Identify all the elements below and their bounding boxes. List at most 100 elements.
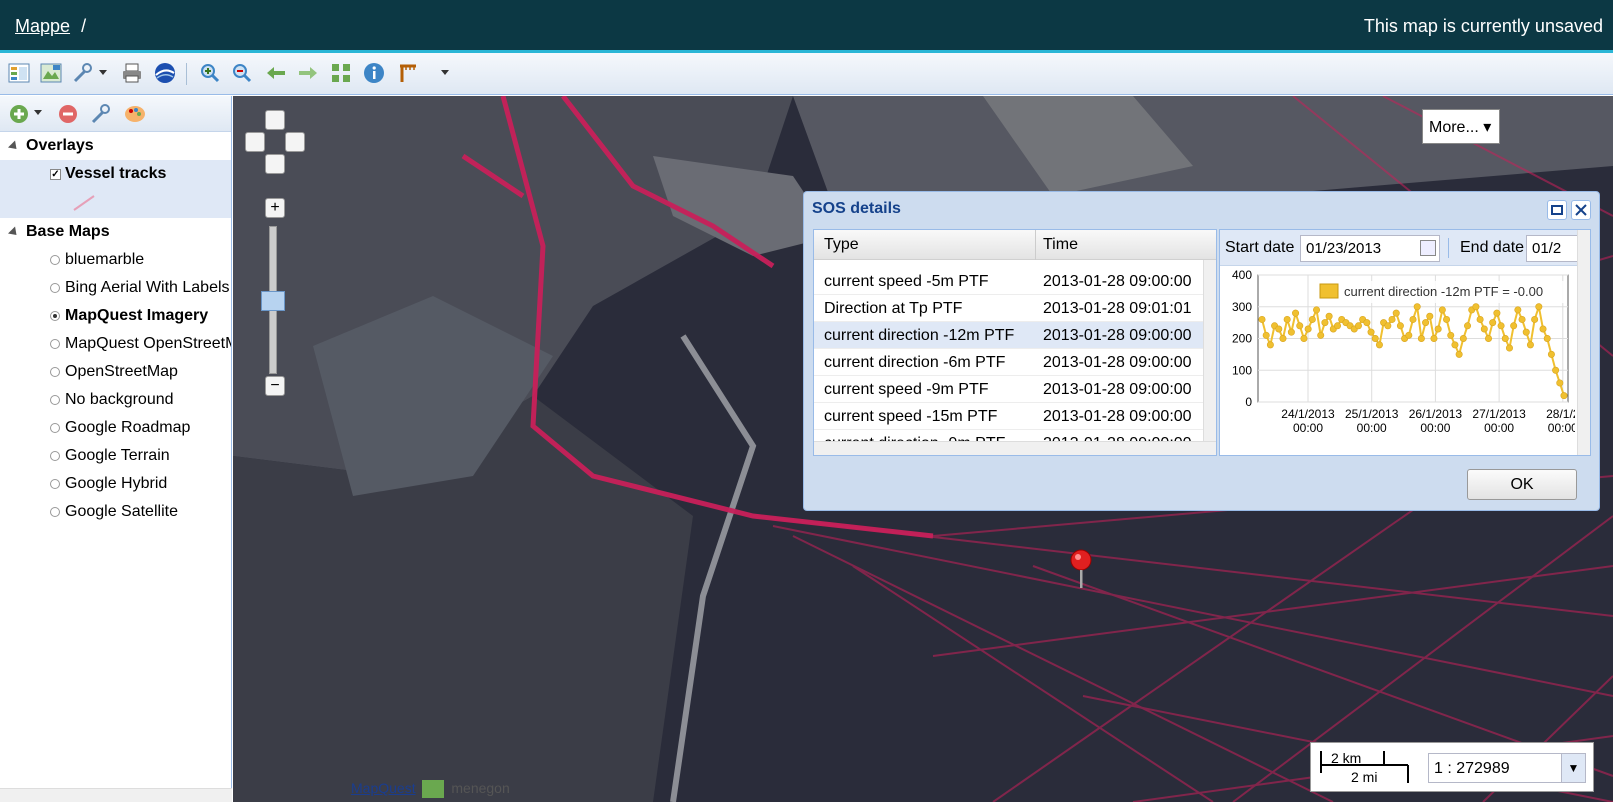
vessel-tracks-checkbox[interactable]: ✓ [50, 169, 61, 180]
close-icon[interactable] [1571, 200, 1591, 220]
data-point [1426, 312, 1434, 320]
overlays-node[interactable]: Overlays [0, 132, 231, 160]
remove-layer-icon[interactable] [56, 102, 80, 126]
measure-dropdown-icon[interactable] [441, 70, 449, 75]
pan-down-icon[interactable] [265, 154, 285, 174]
basemap-item-google-terrain[interactable]: Google Terrain [0, 442, 231, 470]
forward-icon[interactable] [296, 61, 320, 85]
basemap-item-bing-aerial[interactable]: Bing Aerial With Labels [0, 274, 231, 302]
zoom-in-icon[interactable] [198, 61, 222, 85]
radio-button[interactable] [50, 311, 60, 321]
ok-button[interactable]: OK [1467, 469, 1577, 500]
basemap-item-google-hybrid[interactable]: Google Hybrid [0, 470, 231, 498]
data-point [1283, 315, 1291, 323]
basemap-label: OpenStreetMap [65, 363, 178, 380]
grid-vertical-scrollbar[interactable] [1203, 260, 1216, 441]
date-range-bar: Start date 01/23/2013 End date 01/2 [1220, 230, 1590, 266]
chart-vertical-scrollbar[interactable] [1577, 230, 1590, 455]
table-row[interactable]: current speed -15m PTF 2013-01-28 09:00:0… [814, 403, 1216, 430]
data-point [1552, 366, 1560, 374]
data-point [1409, 315, 1417, 323]
pan-up-icon[interactable] [265, 110, 285, 130]
radio-button[interactable] [50, 255, 60, 265]
radio-button[interactable] [50, 451, 60, 461]
layer-tree-icon[interactable] [7, 61, 31, 85]
x-tick-sublabel: 00:00 [1548, 421, 1575, 435]
table-row[interactable]: Direction at Tp PTF 2013-01-28 09:01:01 [814, 295, 1216, 322]
google-earth-icon[interactable] [153, 61, 177, 85]
scale-select[interactable]: 1 : 272989 ▼ [1428, 753, 1586, 783]
basemap-item-mapquest-imagery[interactable]: MapQuest Imagery [0, 302, 231, 330]
table-row-selected[interactable]: current direction -12m PTF 2013-01-28 09:… [814, 322, 1216, 349]
map-properties-icon[interactable] [39, 61, 63, 85]
zoom-out-button[interactable]: − [265, 376, 285, 396]
add-layer-icon[interactable] [7, 102, 31, 126]
end-date-label: End date [1460, 239, 1525, 256]
radio-button[interactable] [50, 367, 60, 377]
zoom-out-icon[interactable] [230, 61, 254, 85]
basemap-item-google-roadmap[interactable]: Google Roadmap [0, 414, 231, 442]
zoom-slider-thumb[interactable] [261, 291, 285, 311]
collapse-icon[interactable] [7, 140, 21, 153]
data-point [1388, 315, 1396, 323]
tools-dropdown-icon[interactable] [99, 70, 107, 75]
radio-button[interactable] [50, 339, 60, 349]
overlay-item-vessel-tracks[interactable]: ✓ Vessel tracks [0, 160, 231, 218]
column-header-time[interactable]: Time [1043, 236, 1078, 254]
layer-properties-icon[interactable] [89, 102, 113, 126]
collapse-icon[interactable] [7, 226, 21, 239]
radio-button[interactable] [50, 507, 60, 517]
tools-icon[interactable] [71, 61, 95, 85]
radio-button[interactable] [50, 479, 60, 489]
basemap-label: No background [65, 391, 174, 408]
data-point [1484, 335, 1492, 343]
basemap-item-mapquest-osm[interactable]: MapQuest OpenStreetMap [0, 330, 231, 358]
basemap-label: Google Roadmap [65, 419, 191, 436]
base-maps-node[interactable]: Base Maps [0, 218, 231, 246]
pan-right-icon[interactable] [285, 132, 305, 152]
calendar-icon[interactable] [1420, 240, 1436, 256]
basemap-item-no-background[interactable]: No background [0, 386, 231, 414]
radio-button[interactable] [50, 395, 60, 405]
data-point [1434, 325, 1442, 333]
basemap-item-openstreetmap[interactable]: OpenStreetMap [0, 358, 231, 386]
grid-horizontal-scrollbar[interactable] [814, 441, 1216, 455]
row-time: 2013-01-28 09:00:00 [1043, 273, 1192, 290]
column-header-type[interactable]: Type [824, 236, 859, 254]
maximize-icon[interactable] [1547, 200, 1567, 220]
panel-horizontal-scrollbar[interactable] [0, 788, 232, 802]
data-point [1266, 341, 1274, 349]
data-point [1438, 306, 1446, 314]
start-date-label: Start date [1225, 239, 1295, 256]
scale-mi-label: 2 mi [1351, 769, 1378, 785]
basemap-item-google-satellite[interactable]: Google Satellite [0, 498, 231, 526]
pan-left-icon[interactable] [245, 132, 265, 152]
info-icon[interactable] [362, 61, 386, 85]
data-point [1354, 322, 1362, 330]
data-point [1417, 335, 1425, 343]
table-row[interactable]: current speed -9m PTF 2013-01-28 09:00:00 [814, 376, 1216, 403]
chevron-down-icon[interactable]: ▼ [1561, 754, 1585, 782]
add-layer-dropdown-icon[interactable] [34, 110, 42, 115]
zoom-extent-icon[interactable] [329, 61, 353, 85]
data-point [1526, 341, 1534, 349]
table-row[interactable]: current speed -5m PTF 2013-01-28 09:00:00 [814, 268, 1216, 295]
basemap-item-bluemarble[interactable]: bluemarble [0, 246, 231, 274]
radio-button[interactable] [50, 283, 60, 293]
layer-style-icon[interactable] [123, 102, 147, 126]
scale-km-label: 2 km [1331, 750, 1362, 766]
print-icon[interactable] [120, 61, 144, 85]
more-button[interactable]: More... ▾ [1422, 109, 1500, 144]
table-row[interactable]: current direction -6m PTF 2013-01-28 09:0… [814, 349, 1216, 376]
back-icon[interactable] [264, 61, 288, 85]
ok-button-label: OK [1510, 476, 1534, 493]
breadcrumb-maps-link[interactable]: Mappe [15, 16, 70, 36]
start-date-field[interactable]: 01/23/2013 [1300, 235, 1440, 262]
radio-button[interactable] [50, 423, 60, 433]
layer-tree-toolbar [0, 96, 231, 132]
data-point [1556, 379, 1564, 387]
measure-icon[interactable] [396, 61, 420, 85]
attribution-mapquest[interactable]: MapQuest [351, 780, 416, 796]
map-marker-icon[interactable] [1069, 548, 1093, 590]
zoom-in-button[interactable]: + [265, 198, 285, 218]
